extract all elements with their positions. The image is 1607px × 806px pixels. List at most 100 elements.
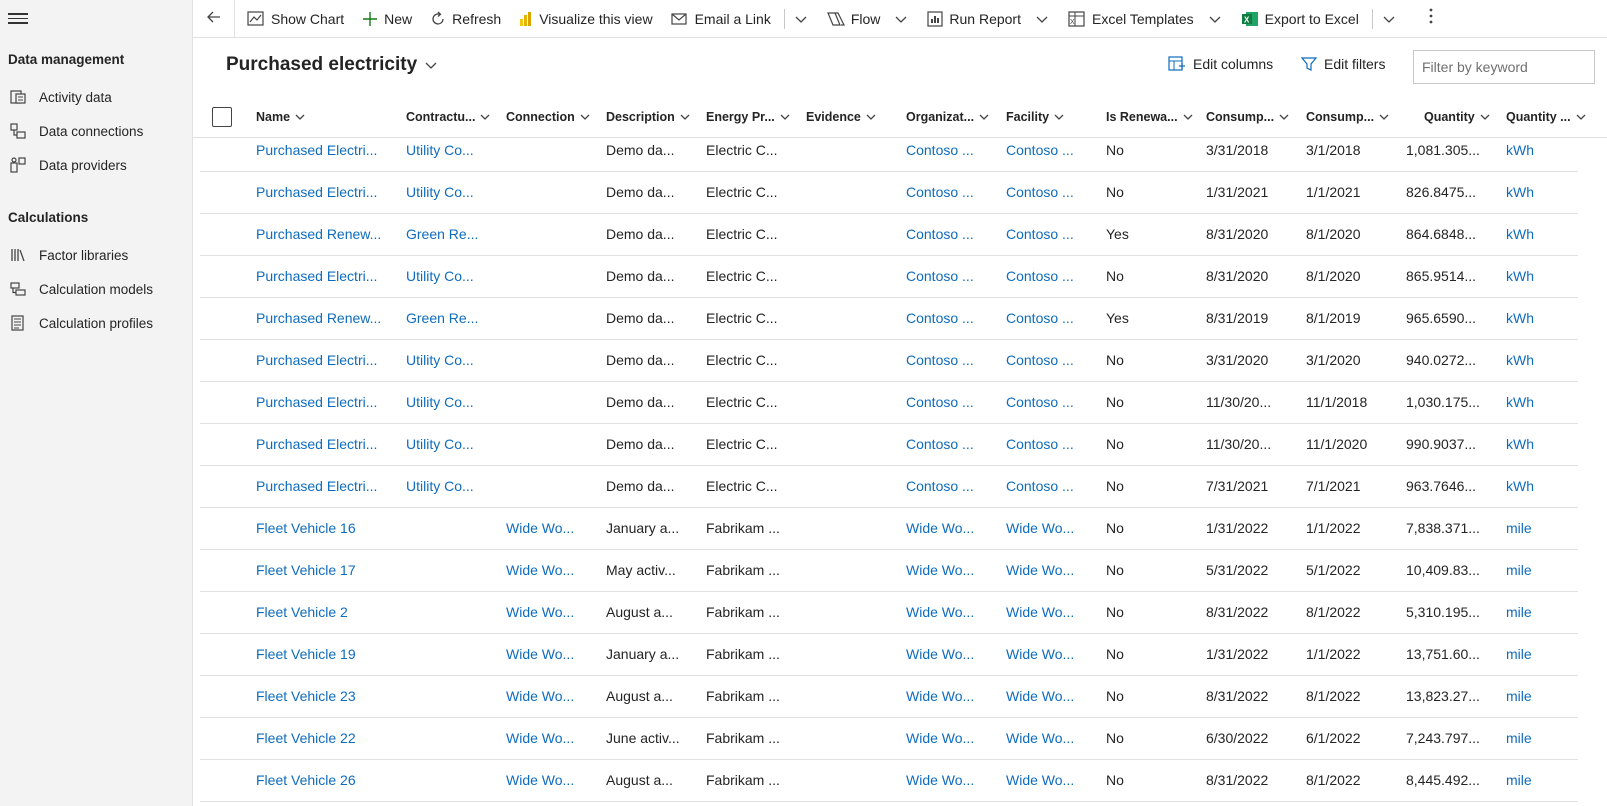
table-cell[interactable]: Utility Co... <box>406 340 501 381</box>
table-cell[interactable]: mile <box>1506 550 1586 591</box>
table-cell[interactable]: Wide Wo... <box>506 508 601 549</box>
table-cell[interactable]: Fleet Vehicle 17 <box>256 550 386 591</box>
table-cell[interactable]: Contoso ... <box>906 382 1001 423</box>
table-cell[interactable]: Fleet Vehicle 16 <box>256 508 386 549</box>
table-cell[interactable]: kWh <box>1506 214 1586 255</box>
table-cell[interactable]: Wide Wo... <box>506 676 601 717</box>
table-cell[interactable]: Wide Wo... <box>506 718 601 759</box>
table-cell[interactable]: mile <box>1506 508 1586 549</box>
flow-dropdown[interactable] <box>889 0 913 38</box>
table-cell[interactable]: Utility Co... <box>406 466 501 507</box>
select-all-checkbox[interactable] <box>212 107 232 127</box>
table-cell[interactable]: kWh <box>1506 382 1586 423</box>
view-selector[interactable]: Purchased electricity <box>226 54 437 76</box>
table-row[interactable]: Purchased Renew... Green Re... Demo da... E… <box>200 214 1578 256</box>
table-cell[interactable]: Contoso ... <box>1006 382 1101 423</box>
visualize-view-button[interactable]: Visualize this view <box>510 0 661 38</box>
table-cell[interactable]: Wide Wo... <box>1006 760 1101 801</box>
table-row[interactable]: Purchased Electri... Utility Co... Demo da… <box>200 466 1578 508</box>
table-cell[interactable]: Wide Wo... <box>1006 550 1101 591</box>
table-cell[interactable]: Purchased Electri... <box>256 130 386 171</box>
table-cell[interactable]: Purchased Electri... <box>256 256 386 297</box>
table-cell[interactable]: kWh <box>1506 256 1586 297</box>
table-cell[interactable]: Purchased Electri... <box>256 172 386 213</box>
table-cell[interactable]: Fleet Vehicle 2 <box>256 592 386 633</box>
table-cell[interactable]: kWh <box>1506 172 1586 213</box>
edit-filters-button[interactable]: Edit filters <box>1301 56 1385 72</box>
column-header[interactable]: Description <box>606 107 690 127</box>
hamburger-menu-icon[interactable] <box>8 10 28 28</box>
column-header[interactable]: Evidence <box>806 107 876 127</box>
table-cell[interactable]: Wide Wo... <box>1006 676 1101 717</box>
column-header[interactable]: Is Renewa... <box>1106 107 1193 127</box>
table-cell[interactable]: Fleet Vehicle 26 <box>256 760 386 801</box>
table-cell[interactable]: Fleet Vehicle 22 <box>256 718 386 759</box>
table-cell[interactable]: kWh <box>1506 130 1586 171</box>
table-cell[interactable]: Contoso ... <box>906 130 1001 171</box>
excel-templates-button[interactable]: X Excel Templates <box>1054 0 1203 38</box>
table-row[interactable]: Purchased Electri... Utility Co... Demo da… <box>200 340 1578 382</box>
column-header[interactable]: Quantity ... <box>1506 107 1586 127</box>
table-cell[interactable]: Contoso ... <box>906 340 1001 381</box>
export-excel-dropdown[interactable] <box>1377 0 1401 38</box>
column-header[interactable]: Consump... <box>1306 107 1389 127</box>
table-cell[interactable]: Utility Co... <box>406 424 501 465</box>
table-cell[interactable]: mile <box>1506 676 1586 717</box>
column-header[interactable]: Connection <box>506 107 590 127</box>
filter-by-keyword-input[interactable] <box>1413 50 1595 84</box>
table-cell[interactable]: mile <box>1506 760 1586 801</box>
table-cell[interactable]: Wide Wo... <box>506 760 601 801</box>
table-cell[interactable]: Wide Wo... <box>506 550 601 591</box>
table-row[interactable]: Fleet Vehicle 23 Wide Wo... August a... Fab… <box>200 676 1578 718</box>
column-header[interactable]: Facility <box>1006 107 1064 127</box>
table-cell[interactable]: Contoso ... <box>1006 424 1101 465</box>
table-cell[interactable]: kWh <box>1506 424 1586 465</box>
table-cell[interactable]: Contoso ... <box>1006 214 1101 255</box>
table-row[interactable]: Purchased Electri... Utility Co... Demo da… <box>200 424 1578 466</box>
table-cell[interactable]: Wide Wo... <box>906 718 1001 759</box>
table-cell[interactable]: Fleet Vehicle 19 <box>256 634 386 675</box>
back-button[interactable] <box>193 0 235 38</box>
show-chart-button[interactable]: Show Chart <box>235 0 353 38</box>
table-row[interactable]: Fleet Vehicle 16 Wide Wo... January a... Fa… <box>200 508 1578 550</box>
column-header[interactable]: Contractu... <box>406 107 490 127</box>
column-header[interactable]: Organizat... <box>906 107 989 127</box>
sidebar-item-calculation-profiles[interactable]: Calculation profiles <box>0 308 192 338</box>
table-cell[interactable]: Wide Wo... <box>906 760 1001 801</box>
table-row[interactable]: Purchased Electri... Utility Co... Demo da… <box>200 256 1578 298</box>
table-cell[interactable]: Wide Wo... <box>906 676 1001 717</box>
table-row[interactable]: Fleet Vehicle 2 Wide Wo... August a... Fabr… <box>200 592 1578 634</box>
table-cell[interactable]: Fleet Vehicle 23 <box>256 676 386 717</box>
column-header[interactable]: Energy Pr... <box>706 107 790 127</box>
table-cell[interactable]: mile <box>1506 592 1586 633</box>
table-cell[interactable]: Utility Co... <box>406 172 501 213</box>
table-row[interactable]: Purchased Electri... Utility Co... Demo da… <box>200 172 1578 214</box>
refresh-button[interactable]: Refresh <box>421 0 510 38</box>
table-cell[interactable]: Purchased Electri... <box>256 424 386 465</box>
table-cell[interactable]: Contoso ... <box>906 172 1001 213</box>
column-header[interactable]: Name <box>256 107 305 127</box>
table-cell[interactable]: Green Re... <box>406 214 501 255</box>
table-cell[interactable]: Contoso ... <box>1006 340 1101 381</box>
table-cell[interactable]: Wide Wo... <box>906 550 1001 591</box>
column-header[interactable]: Consump... <box>1206 107 1289 127</box>
table-cell[interactable]: Contoso ... <box>906 424 1001 465</box>
sidebar-item-calculation-models[interactable]: Calculation models <box>0 274 192 304</box>
table-cell[interactable]: Wide Wo... <box>1006 508 1101 549</box>
table-cell[interactable]: Purchased Electri... <box>256 340 386 381</box>
export-excel-button[interactable]: X Export to Excel <box>1227 0 1368 38</box>
table-row[interactable]: Fleet Vehicle 17 Wide Wo... May activ... Fa… <box>200 550 1578 592</box>
email-link-button[interactable]: Email a Link <box>662 0 780 38</box>
table-cell[interactable]: Contoso ... <box>1006 466 1101 507</box>
table-cell[interactable]: Green Re... <box>406 298 501 339</box>
sidebar-item-data-providers[interactable]: Data providers <box>0 150 192 180</box>
table-cell[interactable]: Contoso ... <box>906 298 1001 339</box>
table-cell[interactable]: Purchased Renew... <box>256 298 386 339</box>
table-cell[interactable]: Utility Co... <box>406 256 501 297</box>
table-cell[interactable]: Wide Wo... <box>906 508 1001 549</box>
table-row[interactable]: Fleet Vehicle 19 Wide Wo... January a... Fa… <box>200 634 1578 676</box>
table-cell[interactable]: Utility Co... <box>406 130 501 171</box>
table-cell[interactable]: Contoso ... <box>906 214 1001 255</box>
table-row[interactable]: Purchased Electri... Utility Co... Demo da… <box>200 382 1578 424</box>
table-cell[interactable]: Purchased Renew... <box>256 214 386 255</box>
